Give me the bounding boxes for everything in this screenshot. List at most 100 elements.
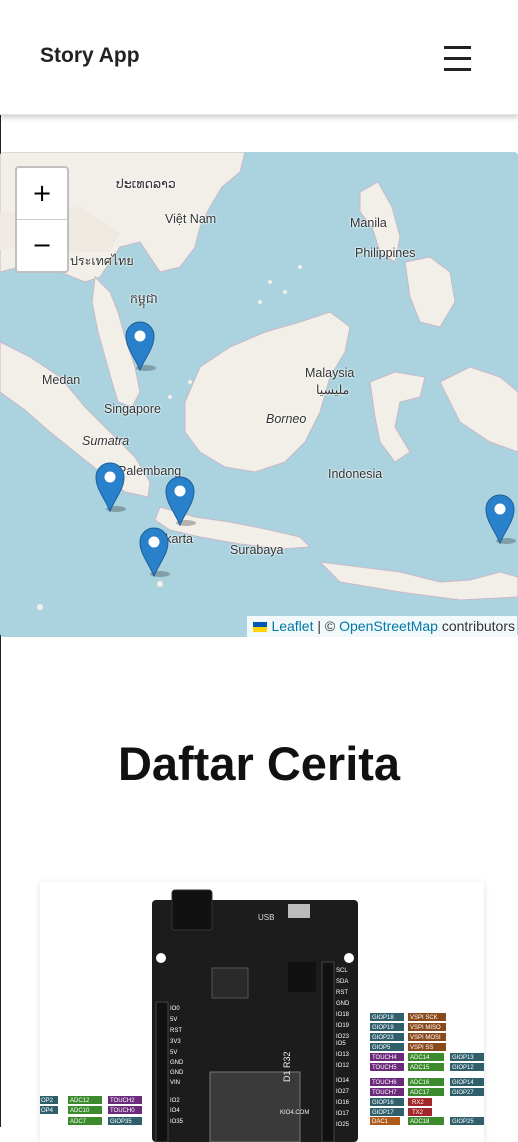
svg-text:IO5: IO5	[336, 1041, 346, 1047]
map-marker-icon[interactable]	[484, 493, 516, 545]
svg-text:TOUCH5: TOUCH5	[372, 1065, 397, 1071]
svg-text:IO23: IO23	[336, 1034, 350, 1040]
app-header: Story App	[0, 0, 518, 115]
svg-text:5V: 5V	[170, 1017, 177, 1023]
map-label-lao: ປະເທດລາວ	[116, 177, 176, 191]
svg-text:GIOP19: GIOP19	[372, 1025, 394, 1031]
svg-text:ADC10: ADC10	[70, 1108, 90, 1114]
svg-text:GND: GND	[170, 1060, 184, 1066]
svg-text:IO27: IO27	[336, 1089, 350, 1095]
svg-text:3V3: 3V3	[170, 1039, 181, 1045]
svg-text:VSPI SCK: VSPI SCK	[410, 1015, 438, 1021]
map-label-indonesia: Indonesia	[328, 467, 383, 481]
map-label-malaysia: Malaysia	[305, 366, 355, 380]
svg-text:GIOP27: GIOP27	[452, 1090, 474, 1096]
svg-text:TOUCH0: TOUCH0	[110, 1108, 135, 1114]
svg-text:SCL: SCL	[336, 968, 348, 974]
zoom-in-button[interactable]: +	[17, 168, 67, 220]
board-site-label: KIO4.COM	[280, 1110, 309, 1116]
svg-text:RX2: RX2	[412, 1100, 424, 1106]
map-label-malaysia-jawi: مليسيا	[316, 383, 350, 397]
board-usb-label: USB	[258, 913, 274, 922]
app-title[interactable]: Story App	[40, 44, 140, 68]
map-label-philippines: Philippines	[355, 246, 416, 260]
map-label-thailand: ประเทศไทย	[70, 254, 134, 268]
hamburger-icon[interactable]	[440, 40, 476, 80]
svg-text:ADC16: ADC16	[410, 1080, 430, 1086]
svg-text:ADC15: ADC15	[410, 1065, 430, 1071]
svg-text:GIOP13: GIOP13	[452, 1055, 474, 1061]
svg-text:GIOP18: GIOP18	[372, 1015, 394, 1021]
svg-text:VSPI SS: VSPI SS	[410, 1045, 433, 1051]
svg-text:RST: RST	[336, 990, 348, 996]
story-card[interactable]: USB D1 R32 KIO4.COM SCL SDA RST GND IO18…	[40, 882, 484, 1142]
svg-text:IO0: IO0	[170, 1006, 180, 1012]
svg-text:IO14: IO14	[336, 1078, 350, 1084]
svg-text:ADC7: ADC7	[70, 1119, 87, 1125]
leaflet-link[interactable]: Leaflet	[271, 618, 313, 634]
svg-text:GND: GND	[336, 1001, 350, 1007]
svg-text:GIOP16: GIOP16	[372, 1100, 394, 1106]
map-label-medan: Medan	[42, 373, 81, 387]
map-label-manila: Manila	[350, 216, 387, 230]
attribution-separator: | ©	[317, 618, 336, 634]
svg-text:IO17: IO17	[336, 1111, 350, 1117]
svg-text:ADC18: ADC18	[410, 1119, 430, 1125]
svg-text:TX2: TX2	[412, 1110, 424, 1116]
svg-text:VSPI MOSI: VSPI MOSI	[410, 1035, 441, 1041]
map-label-singapore: Singapore	[104, 402, 161, 416]
attribution-suffix: contributors	[441, 618, 515, 634]
svg-text:5V: 5V	[170, 1050, 177, 1056]
svg-text:TOUCH6: TOUCH6	[372, 1080, 397, 1086]
svg-text:GIOP17: GIOP17	[372, 1110, 394, 1116]
zoom-control: + −	[15, 166, 69, 273]
svg-text:ADC14: ADC14	[410, 1055, 430, 1061]
svg-text:IO16: IO16	[336, 1100, 350, 1106]
svg-text:VSPI MISO: VSPI MISO	[410, 1025, 441, 1031]
svg-text:IO18: IO18	[336, 1012, 350, 1018]
svg-text:ADC12: ADC12	[70, 1098, 90, 1104]
map-attribution: Leaflet | © OpenStreetMap contributors	[247, 616, 517, 637]
svg-text:SDA: SDA	[336, 979, 348, 985]
svg-text:IO25: IO25	[336, 1122, 350, 1128]
svg-text:GIOP14: GIOP14	[452, 1080, 474, 1086]
svg-text:IO2: IO2	[170, 1098, 180, 1104]
map-tiles	[0, 152, 518, 637]
board-model-label: D1 R32	[282, 1051, 292, 1082]
svg-text:RST: RST	[170, 1028, 182, 1034]
svg-text:TOUCH7: TOUCH7	[372, 1090, 397, 1096]
map-label-vietnam: Việt Nam	[165, 212, 217, 226]
map-label-cambodia: កម្ពុជា	[130, 292, 158, 306]
svg-text:VIN: VIN	[170, 1080, 180, 1086]
svg-text:OP4: OP4	[41, 1108, 54, 1114]
svg-text:GIOP25: GIOP25	[452, 1119, 474, 1125]
svg-text:ADC17: ADC17	[410, 1090, 430, 1096]
svg-text:GIOP23: GIOP23	[372, 1035, 394, 1041]
map-marker-icon[interactable]	[124, 320, 156, 372]
story-map[interactable]: ປະເທດລາວ Việt Nam ประเทศไทย កម្ពុជា Mani…	[0, 152, 518, 637]
svg-text:IO35: IO35	[170, 1119, 184, 1125]
svg-text:GIOP12: GIOP12	[452, 1065, 474, 1071]
svg-text:OP2: OP2	[41, 1098, 54, 1104]
svg-text:GND: GND	[170, 1070, 184, 1076]
svg-text:IO12: IO12	[336, 1063, 350, 1069]
map-label-sumatra: Sumatra	[82, 434, 130, 448]
ukraine-flag-icon	[253, 622, 268, 632]
map-marker-icon[interactable]	[164, 475, 196, 527]
svg-text:GIOP5: GIOP5	[372, 1045, 391, 1051]
svg-text:IO19: IO19	[336, 1023, 350, 1029]
svg-text:TOUCH2: TOUCH2	[110, 1098, 135, 1104]
svg-text:IO13: IO13	[336, 1052, 350, 1058]
map-marker-icon[interactable]	[94, 461, 126, 513]
map-marker-icon[interactable]	[138, 526, 170, 578]
story-image[interactable]: USB D1 R32 KIO4.COM SCL SDA RST GND IO18…	[40, 882, 484, 1142]
svg-text:IO4: IO4	[170, 1108, 180, 1114]
svg-text:GIOP35: GIOP35	[110, 1119, 132, 1125]
svg-text:DAC1: DAC1	[372, 1119, 389, 1125]
zoom-out-button[interactable]: −	[17, 220, 67, 271]
section-title: Daftar Cerita	[117, 737, 401, 790]
openstreetmap-link[interactable]: OpenStreetMap	[339, 618, 438, 634]
map-label-surabaya: Surabaya	[230, 543, 284, 557]
map-label-borneo: Borneo	[266, 412, 307, 426]
svg-text:TOUCH4: TOUCH4	[372, 1055, 397, 1061]
